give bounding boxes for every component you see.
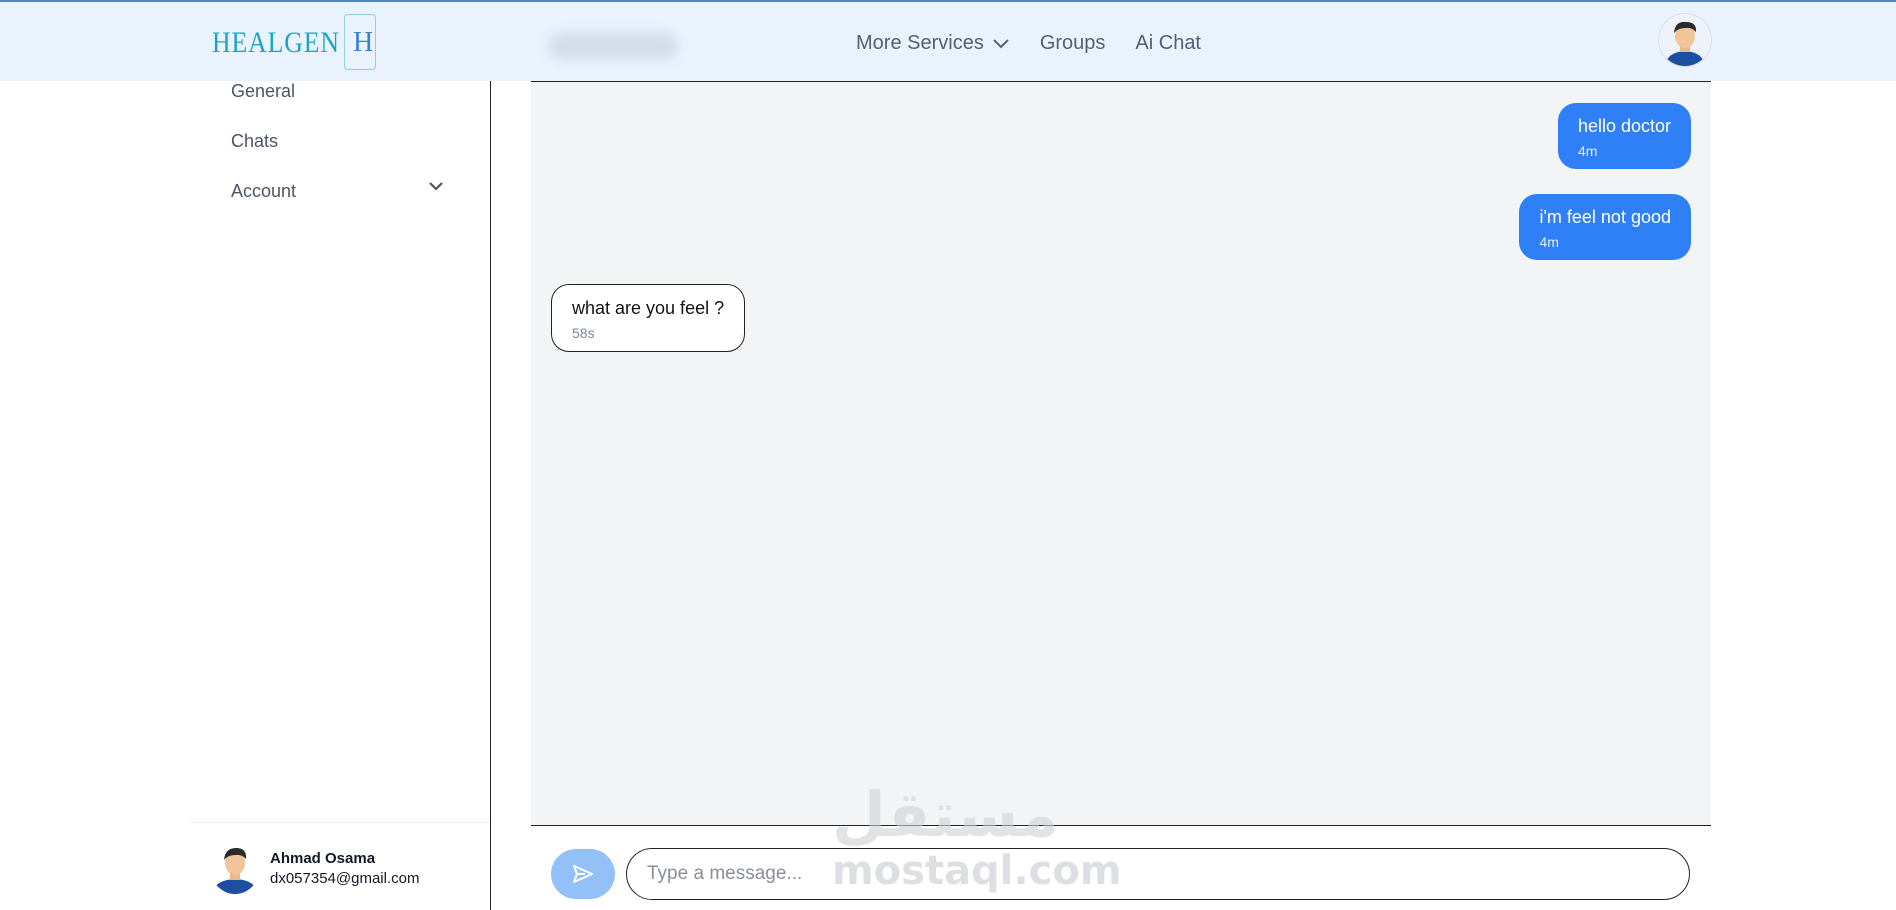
blurred-title [548, 32, 678, 60]
nav-groups[interactable]: Groups [1040, 32, 1106, 55]
logo-text: HEALGEN [212, 26, 340, 59]
sidebar-item-label: Chats [231, 131, 279, 151]
send-button[interactable] [551, 849, 615, 899]
message-time: 4m [1577, 143, 1598, 159]
message-bubble-incoming: what are you feel ? 58s [551, 284, 746, 352]
sidebar-item-chats[interactable]: Chats [231, 131, 278, 152]
nav-groups-label: Groups [1039, 32, 1106, 54]
nav-ai-chat-label: Ai Chat [1135, 32, 1201, 54]
main-nav: More Services Groups Ai Chat [856, 32, 1231, 55]
message-text: i'm feel not good [1539, 207, 1671, 227]
profile-name: Ahmad Osama [270, 850, 376, 867]
message-bubble-outgoing: hello doctor 4m [1557, 103, 1691, 169]
profile-divider [190, 822, 490, 823]
message-text: hello doctor [1577, 116, 1671, 136]
message-bubble-outgoing: i'm feel not good 4m [1519, 194, 1691, 260]
header-avatar[interactable] [1658, 13, 1712, 67]
healgen-logo[interactable]: HEALGEN H [210, 12, 380, 72]
nav-ai-chat[interactable]: Ai Chat [1135, 32, 1201, 55]
profile-email: dx057354@gmail.com [270, 870, 420, 887]
nav-more-services[interactable]: More Services [856, 32, 1010, 55]
sidebar-item-label: General [231, 81, 296, 101]
chat-messages-area[interactable]: hello doctor 4m i'm feel not good 4m wha… [531, 81, 1711, 826]
nav-more-services-label: More Services [856, 32, 984, 54]
watermark-arabic: مستقل [832, 778, 1059, 851]
user-avatar-icon [1659, 14, 1711, 66]
message-text: what are you feel ? [572, 298, 725, 318]
user-avatar-icon [210, 840, 260, 894]
top-header: HEALGEN H More Services Groups Ai Chat [0, 0, 1896, 81]
chevron-down-icon[interactable] [428, 180, 444, 192]
sidebar-item-account[interactable]: Account [231, 181, 296, 202]
chevron-down-icon [993, 38, 1009, 48]
logo-mark: H [344, 14, 376, 70]
message-time: 58s [572, 325, 595, 341]
message-time: 4m [1539, 234, 1559, 250]
sidebar: General Chats Account [0, 81, 491, 910]
logo-mark-letter: H [353, 27, 374, 58]
sidebar-item-label: Account [231, 181, 297, 201]
send-icon [573, 865, 593, 883]
profile-avatar [210, 840, 260, 894]
message-input[interactable] [626, 848, 1690, 900]
sidebar-item-general[interactable]: General [231, 81, 295, 102]
